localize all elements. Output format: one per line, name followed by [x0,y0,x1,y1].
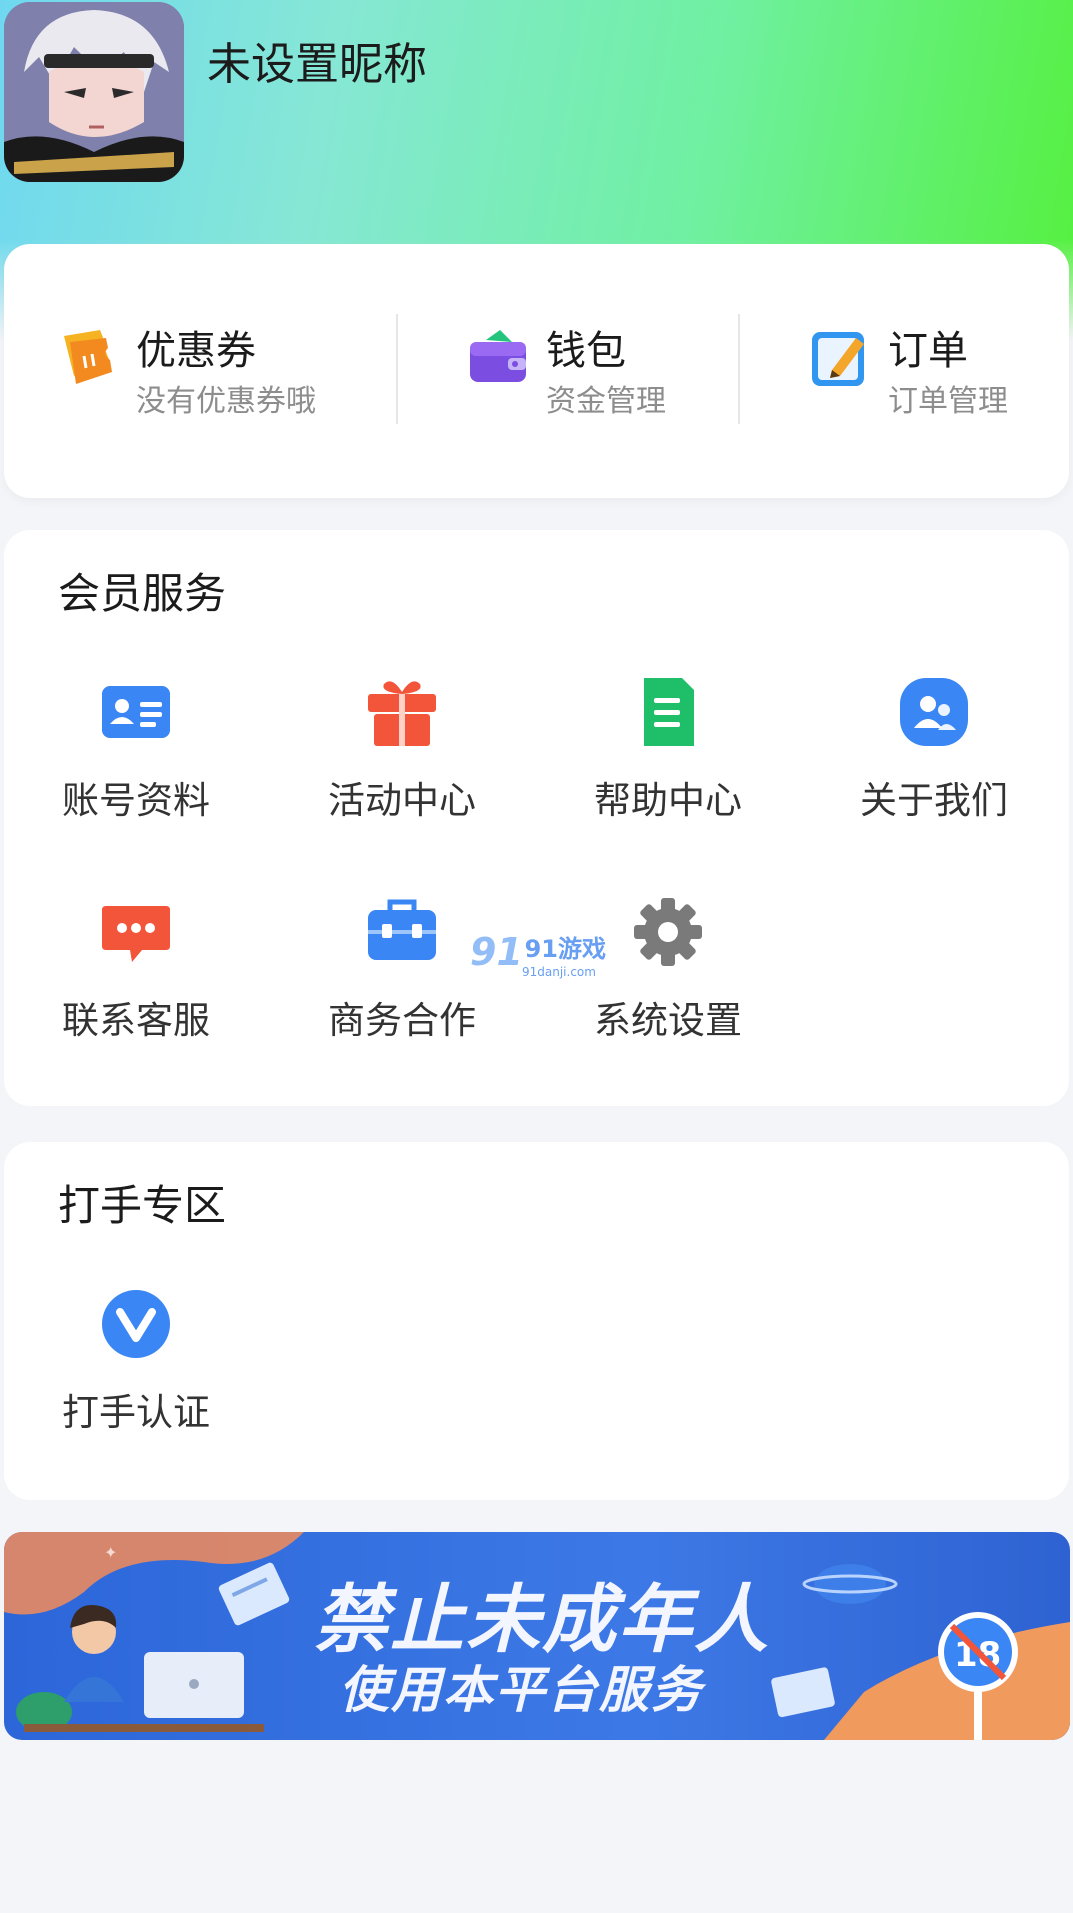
coupon-subtitle: 没有优惠券哦 [136,384,316,419]
svg-text:✦: ✦ [104,1543,117,1562]
coupon-title: 优惠券 [136,328,256,374]
customer-service-item[interactable]: 联系客服 [36,896,236,1056]
users-icon [900,678,968,746]
activity-center-item[interactable]: 活动中心 [302,676,502,836]
member-services-title: 会员服务 [58,569,227,618]
watermark-brand: 91游戏 [524,935,606,963]
account-info-label: 账号资料 [62,779,210,822]
wallet-title: 钱包 [546,328,626,374]
banner-subheadline: 使用本平台服务 [339,1661,703,1719]
divider [738,314,740,424]
age-restriction-banner[interactable]: 18 ✦ 禁止未成年人 使用本平台服务 [4,1532,1070,1740]
player-zone-title: 打手专区 [58,1181,227,1230]
avatar-image [4,2,184,182]
player-zone-card: 打手专区 打手认证 [4,1142,1069,1500]
help-center-item[interactable]: 帮助中心 [568,676,768,836]
about-us-label: 关于我们 [860,779,1008,822]
player-certification-label: 打手认证 [62,1391,210,1434]
order-link[interactable]: 订单 订单管理 [808,318,1048,428]
gear-icon [634,898,702,966]
verified-v-icon [102,1290,170,1358]
help-center-label: 帮助中心 [594,779,742,822]
about-us-item[interactable]: 关于我们 [834,676,1034,836]
member-services-card: 会员服务 账号资料 活动中心 帮助中心 关于我们 联系客服 商务合作 系统设置 [4,530,1069,1106]
quick-links-card: 优惠券 没有优惠券哦 钱包 资金管理 订单 订单管理 [4,244,1069,498]
avatar[interactable] [4,2,184,182]
account-info-item[interactable]: 账号资料 [36,676,236,836]
order-icon [812,332,864,386]
order-subtitle: 订单管理 [888,384,1008,419]
customer-service-label: 联系客服 [62,999,210,1042]
document-icon [644,678,694,746]
gift-icon [368,681,436,746]
order-title: 订单 [888,328,968,374]
system-settings-label: 系统设置 [594,999,742,1042]
business-cooperation-label: 商务合作 [328,999,476,1042]
briefcase-icon [368,899,436,960]
activity-center-label: 活动中心 [328,779,476,822]
coupon-icon [64,330,112,384]
divider [396,314,398,424]
nickname[interactable]: 未设置昵称 [207,28,427,92]
watermark-logo: 91 91游戏 91danji.com [466,925,606,985]
watermark-url: 91danji.com [522,965,596,979]
player-certification-item[interactable]: 打手认证 [36,1288,236,1448]
wallet-subtitle: 资金管理 [546,384,666,419]
wallet-icon [470,330,526,382]
wallet-link[interactable]: 钱包 资金管理 [466,318,726,428]
coupon-link[interactable]: 优惠券 没有优惠券哦 [56,318,356,428]
id-card-icon [102,686,170,738]
chat-bubble-icon [102,906,170,962]
